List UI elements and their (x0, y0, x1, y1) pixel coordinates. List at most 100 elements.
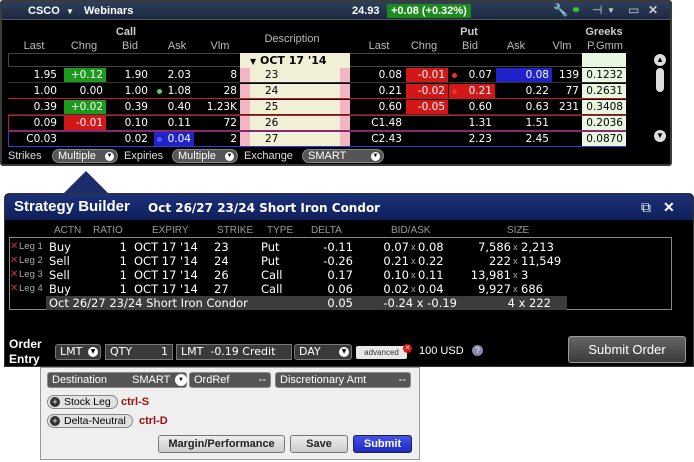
close-icon[interactable]: ✕ (648, 3, 658, 17)
symbol-label[interactable]: CSCO (28, 5, 60, 17)
strike-cell[interactable]: 25 (250, 100, 340, 114)
webinars-menu[interactable]: Webinars (84, 5, 133, 17)
close-icon[interactable]: ✕ (663, 199, 675, 216)
gamma-cell[interactable]: 0.2631 (582, 84, 626, 98)
destination-select[interactable]: Destination SMART ▼ (47, 372, 187, 388)
chain-cell-c-chng[interactable]: -0.01 (64, 116, 106, 130)
chain-cell-c-ask[interactable]: 0.11 (154, 116, 194, 130)
chain-cell-c-chng[interactable]: 0.00 (64, 84, 106, 98)
strike-cell[interactable]: 26 (250, 116, 340, 130)
strike-cell[interactable]: 27 (250, 132, 340, 146)
gamma-cell[interactable]: 0.2036 (582, 116, 626, 130)
chain-cell-p-last[interactable]: C2.43 (351, 132, 405, 146)
info-icon[interactable]: ? (472, 345, 483, 356)
scroll-down-icon[interactable]: ▼ (654, 130, 666, 142)
remove-leg-icon[interactable]: ✕ (10, 240, 18, 254)
gamma-cell[interactable]: 0.0870 (582, 132, 626, 146)
chain-cell-p-last[interactable]: C1.48 (351, 116, 405, 130)
chain-cell-c-ask[interactable]: 2.03 (154, 68, 194, 82)
col-call-bid[interactable]: Bid (110, 40, 150, 52)
wrench-icon[interactable]: 🔧 (553, 3, 568, 17)
remove-leg-icon[interactable]: ✕ (10, 268, 18, 282)
margin-performance-button[interactable]: Margin/Performance (158, 435, 285, 453)
chain-cell-c-vlm[interactable]: 8 (198, 68, 240, 82)
discretionary-amt-field[interactable]: Discretionary Amt -- (275, 372, 411, 388)
advanced-toggle[interactable]: advanced (356, 346, 407, 359)
chain-cell-c-last[interactable]: 0.39 (8, 100, 60, 114)
chain-cell-c-bid[interactable]: 1.90 (107, 68, 151, 82)
add-stock-leg-button[interactable]: + Stock Leg (47, 395, 118, 409)
tif-select[interactable]: DAY ▼ (294, 344, 352, 360)
symbol-dropdown-icon[interactable]: ▼ (66, 7, 74, 16)
col-call-vlm[interactable]: Vlm (200, 40, 240, 52)
quantity-field[interactable]: QTY 1 (105, 344, 173, 360)
chain-cell-c-last[interactable]: 0.09 (8, 116, 60, 130)
chain-cell-p-bid[interactable]: 0.21 (449, 84, 495, 98)
col-call-ask[interactable]: Ask (157, 40, 197, 52)
col-put-bid[interactable]: Bid (450, 40, 490, 52)
chain-cell-p-chng[interactable] (406, 116, 448, 130)
chain-cell-c-last[interactable]: 1.00 (8, 84, 60, 98)
strike-cell[interactable]: 24 (250, 84, 340, 98)
chain-cell-c-chng[interactable]: +0.02 (64, 100, 106, 114)
remove-leg-icon[interactable]: ✕ (10, 282, 18, 296)
chain-cell-c-vlm[interactable]: 28 (198, 84, 240, 98)
chain-cell-c-last[interactable]: C0.03 (8, 132, 60, 146)
chain-cell-p-chng[interactable]: -0.01 (406, 68, 448, 82)
col-put-last[interactable]: Last (359, 40, 399, 52)
chain-cell-c-bid[interactable]: 0.10 (107, 116, 151, 130)
exchange-dropdown[interactable]: SMART ▼ (302, 149, 384, 163)
chain-cell-c-bid[interactable]: 0.39 (107, 100, 151, 114)
scroll-thumb[interactable] (656, 68, 664, 92)
chain-cell-p-vlm[interactable]: 77 (542, 84, 582, 98)
chain-cell-p-bid[interactable]: 2.23 (449, 132, 495, 146)
col-gamma[interactable]: P.Gmm (582, 40, 628, 52)
chain-cell-c-ask[interactable]: 0.04 (154, 132, 194, 146)
chain-cell-p-vlm[interactable] (542, 132, 582, 146)
chain-cell-p-bid[interactable]: 0.07 (449, 68, 495, 82)
chain-cell-c-vlm[interactable]: 2 (198, 132, 240, 146)
strike-cell[interactable]: 23 (250, 68, 340, 82)
submit-order-button[interactable]: Submit Order (568, 336, 686, 363)
chain-cell-c-bid[interactable]: 0.02 (107, 132, 151, 146)
col-put-ask[interactable]: Ask (496, 40, 536, 52)
price-field[interactable]: LMT -0.19 Credit (176, 344, 292, 360)
advanced-close-icon[interactable]: ✕ (403, 344, 412, 353)
chain-cell-p-bid[interactable]: 0.60 (449, 100, 495, 114)
chain-cell-c-chng[interactable]: +0.12 (64, 68, 106, 82)
chain-cell-p-vlm[interactable]: 231 (542, 100, 582, 114)
chain-cell-p-last[interactable]: 0.08 (351, 68, 405, 82)
chain-cell-c-chng[interactable] (64, 132, 106, 146)
col-call-last[interactable]: Last (8, 40, 60, 52)
chain-scrollbar[interactable]: ▲ ▼ (654, 54, 666, 142)
expiry-collapse-icon[interactable]: ▼ (250, 57, 256, 66)
chain-cell-c-vlm[interactable]: 1.23K (198, 100, 240, 114)
add-delta-neutral-button[interactable]: + Delta-Neutral (47, 414, 133, 428)
ordref-field[interactable]: OrdRef -- (189, 372, 271, 388)
save-button[interactable]: Save (290, 435, 348, 453)
pin-icon[interactable]: ⊣ (592, 3, 602, 17)
col-call-chng[interactable]: Chng (64, 40, 104, 52)
chain-cell-c-vlm[interactable]: 72 (198, 116, 240, 130)
submit-button[interactable]: Submit (353, 435, 412, 453)
chain-cell-p-vlm[interactable]: 139 (542, 68, 582, 82)
chain-cell-p-last[interactable]: 0.21 (351, 84, 405, 98)
chain-cell-p-vlm[interactable] (542, 116, 582, 130)
chain-cell-c-bid[interactable]: 1.00 (107, 84, 151, 98)
col-put-vlm[interactable]: Vlm (542, 40, 582, 52)
scroll-up-icon[interactable]: ▲ (654, 54, 666, 66)
chain-cell-c-ask[interactable]: 1.08 (154, 84, 194, 98)
chain-cell-c-last[interactable]: 1.95 (8, 68, 60, 82)
gamma-cell[interactable]: 0.1232 (582, 68, 626, 82)
chain-cell-c-ask[interactable]: 0.40 (154, 100, 194, 114)
chain-cell-p-last[interactable]: 0.60 (351, 100, 405, 114)
order-type-select[interactable]: LMT ▼ (55, 344, 101, 360)
expiry-label[interactable]: ▼ OCT 17 '14 (240, 53, 350, 68)
minimize-icon[interactable]: ▭ (628, 3, 639, 17)
chain-cell-p-bid[interactable]: 1.31 (449, 116, 495, 130)
link-icon[interactable]: ⚭ (571, 3, 581, 17)
gamma-cell[interactable]: 0.3408 (582, 100, 626, 114)
chain-cell-p-chng[interactable] (406, 132, 448, 146)
chain-cell-p-chng[interactable]: -0.02 (406, 84, 448, 98)
popout-icon[interactable]: ⧉ (641, 199, 651, 216)
